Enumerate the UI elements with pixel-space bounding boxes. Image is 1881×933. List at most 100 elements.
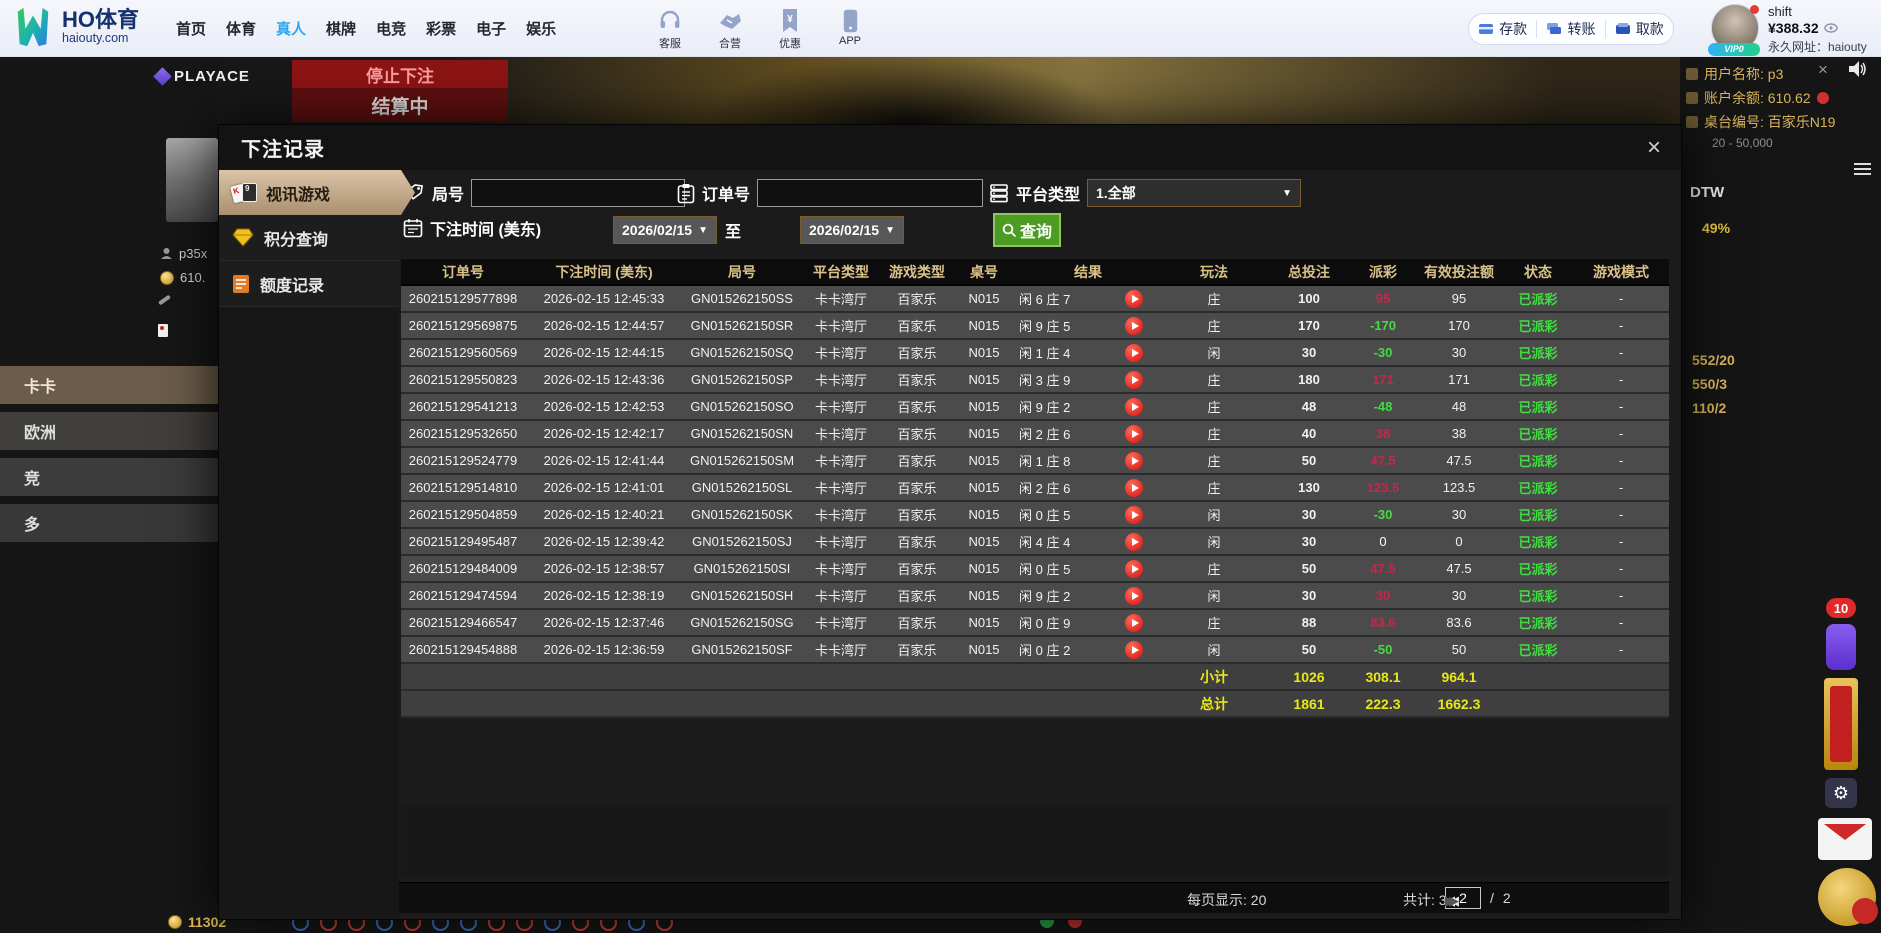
cell-result: 闲 1 庄 8 [1015,451,1107,470]
last-page-button[interactable]: ▶▶ [1445,893,1459,909]
replay-button[interactable] [1125,614,1143,632]
settings-button[interactable]: ⚙ [1825,778,1857,808]
nav-item[interactable]: 电竞 [376,18,406,39]
cell-platform: 卡卡湾厅 [801,505,881,524]
cell-valid: 38 [1415,426,1503,441]
cell-game: 百家乐 [881,613,953,632]
replay-cell [1107,344,1161,362]
platform-select[interactable]: 1.全部 ▼ [1087,179,1301,207]
cell-mode: - [1573,642,1669,657]
coin-icon [168,915,182,929]
bonus-widget[interactable] [1818,868,1876,926]
cell-status: 已派彩 [1503,613,1573,632]
replay-button[interactable] [1125,425,1143,443]
cell-valid: 47.5 [1415,453,1503,468]
nav-item[interactable]: 棋牌 [326,18,356,39]
sidebar-item-quota-records[interactable]: 额度记录 [219,261,399,307]
replay-button[interactable] [1125,560,1143,578]
cell-time: 2026-02-15 12:45:33 [525,291,683,306]
cell-payout: 123.5 [1351,480,1415,495]
cell-platform: 卡卡湾厅 [801,640,881,659]
nav-item[interactable]: 电子 [476,18,506,39]
replay-button[interactable] [1125,371,1143,389]
cell-valid: 95 [1415,291,1503,306]
nav-item[interactable]: 娱乐 [526,18,556,39]
refresh-icon[interactable] [1817,92,1829,104]
deposit-button[interactable]: 存款 [1469,20,1536,38]
date-from-select[interactable]: 2026/02/15 ▼ [613,216,717,244]
promotions-button[interactable]: ¥ 优惠 [768,7,812,51]
cell-valid: 0 [1415,534,1503,549]
nav-item[interactable]: 真人 [276,18,306,39]
cell-payout: 47.5 [1351,453,1415,468]
app-button[interactable]: APP [828,7,872,51]
sidebar-item-points-query[interactable]: 积分查询 [219,215,399,261]
nav-item[interactable]: 彩票 [426,18,456,39]
replay-button[interactable] [1125,533,1143,551]
replay-button[interactable] [1125,641,1143,659]
lobby-menu-item[interactable]: 多 [0,504,218,542]
close-table-icon[interactable]: × [1818,60,1828,80]
table-header-cell: 游戏类型 [881,262,953,282]
cell-table: N015 [953,615,1015,630]
cell-round: GN015262150SM [683,453,801,468]
cell-status: 已派彩 [1503,316,1573,335]
table-header-cell: 玩法 [1161,262,1267,282]
partnership-button[interactable]: 合营 [708,7,752,51]
replay-button[interactable] [1125,344,1143,362]
modal-header: 下注记录 × [219,125,1681,171]
transfer-button[interactable]: 转账 [1536,20,1604,38]
order-input[interactable] [757,179,983,207]
user-avatar[interactable]: VIP0 [1711,4,1759,54]
search-button[interactable]: 查询 [993,213,1061,247]
pagination-bar: 每页显示: 20 共计: 34 ◀◀ ◀ 2 / 2 ▶ ▶▶ [399,882,1669,913]
replay-button[interactable] [1125,317,1143,335]
nav-item[interactable]: 首页 [176,18,206,39]
lobby-menu-item[interactable]: 竞 [0,458,218,496]
cell-round: GN015262150SK [683,507,801,522]
lobby-menu-item[interactable]: 欧洲 [0,412,218,450]
menu-icon[interactable] [1854,160,1871,178]
modal-title: 下注记录 [241,133,325,162]
table-row: 2602151295508232026-02-15 12:43:36GN0152… [401,367,1669,394]
cell-result: 闲 0 庄 2 [1015,640,1107,659]
playace-icon [153,67,171,85]
replay-button[interactable] [1125,290,1143,308]
brand[interactable]: HO体育 haiouty.com [12,4,139,50]
withdraw-button[interactable]: 取款 [1605,20,1673,38]
to-label: 至 [725,218,741,242]
replay-button[interactable] [1125,506,1143,524]
promo-button[interactable] [1826,624,1856,670]
bet-time-filter-label: 下注时间 (美东) [403,216,541,240]
cell-status: 已派彩 [1503,532,1573,551]
support-button[interactable]: 客服 [648,7,692,51]
cell-status: 已派彩 [1503,289,1573,308]
speaker-icon[interactable] [1848,60,1868,78]
lobby-menu-item[interactable]: 卡卡 [0,366,218,404]
vertical-banner[interactable] [1824,678,1858,770]
screen: PLAYACE 停止下注 结算中 p35x 610. 卡卡欧洲竞多 11302 [0,0,1881,933]
platform-filter: 平台类型 1.全部 ▼ [989,179,1301,207]
mail-icon[interactable] [1818,818,1872,860]
replay-cell [1107,290,1161,308]
cell-order: 260215129504859 [401,507,525,522]
replay-button[interactable] [1125,587,1143,605]
cell-game: 百家乐 [881,424,953,443]
permanent-url: 永久网址：haiouty [1768,38,1881,55]
cell-table: N015 [953,399,1015,414]
close-icon[interactable]: × [1647,136,1661,160]
cell-play: 闲 [1161,586,1267,605]
replay-button[interactable] [1125,398,1143,416]
round-input[interactable] [471,179,685,207]
replay-button[interactable] [1125,479,1143,497]
cell-total: 170 [1267,318,1351,333]
table-empty-area [401,805,1669,877]
sidebar-item-live-games[interactable]: 视讯游戏 [219,170,428,215]
nav-item[interactable]: 体育 [226,18,256,39]
eye-icon[interactable] [1824,23,1838,33]
replay-button[interactable] [1125,452,1143,470]
date-to-select[interactable]: 2026/02/15 ▼ [800,216,904,244]
cell-time: 2026-02-15 12:37:46 [525,615,683,630]
cell-play: 闲 [1161,343,1267,362]
cell-order: 260215129454888 [401,642,525,657]
